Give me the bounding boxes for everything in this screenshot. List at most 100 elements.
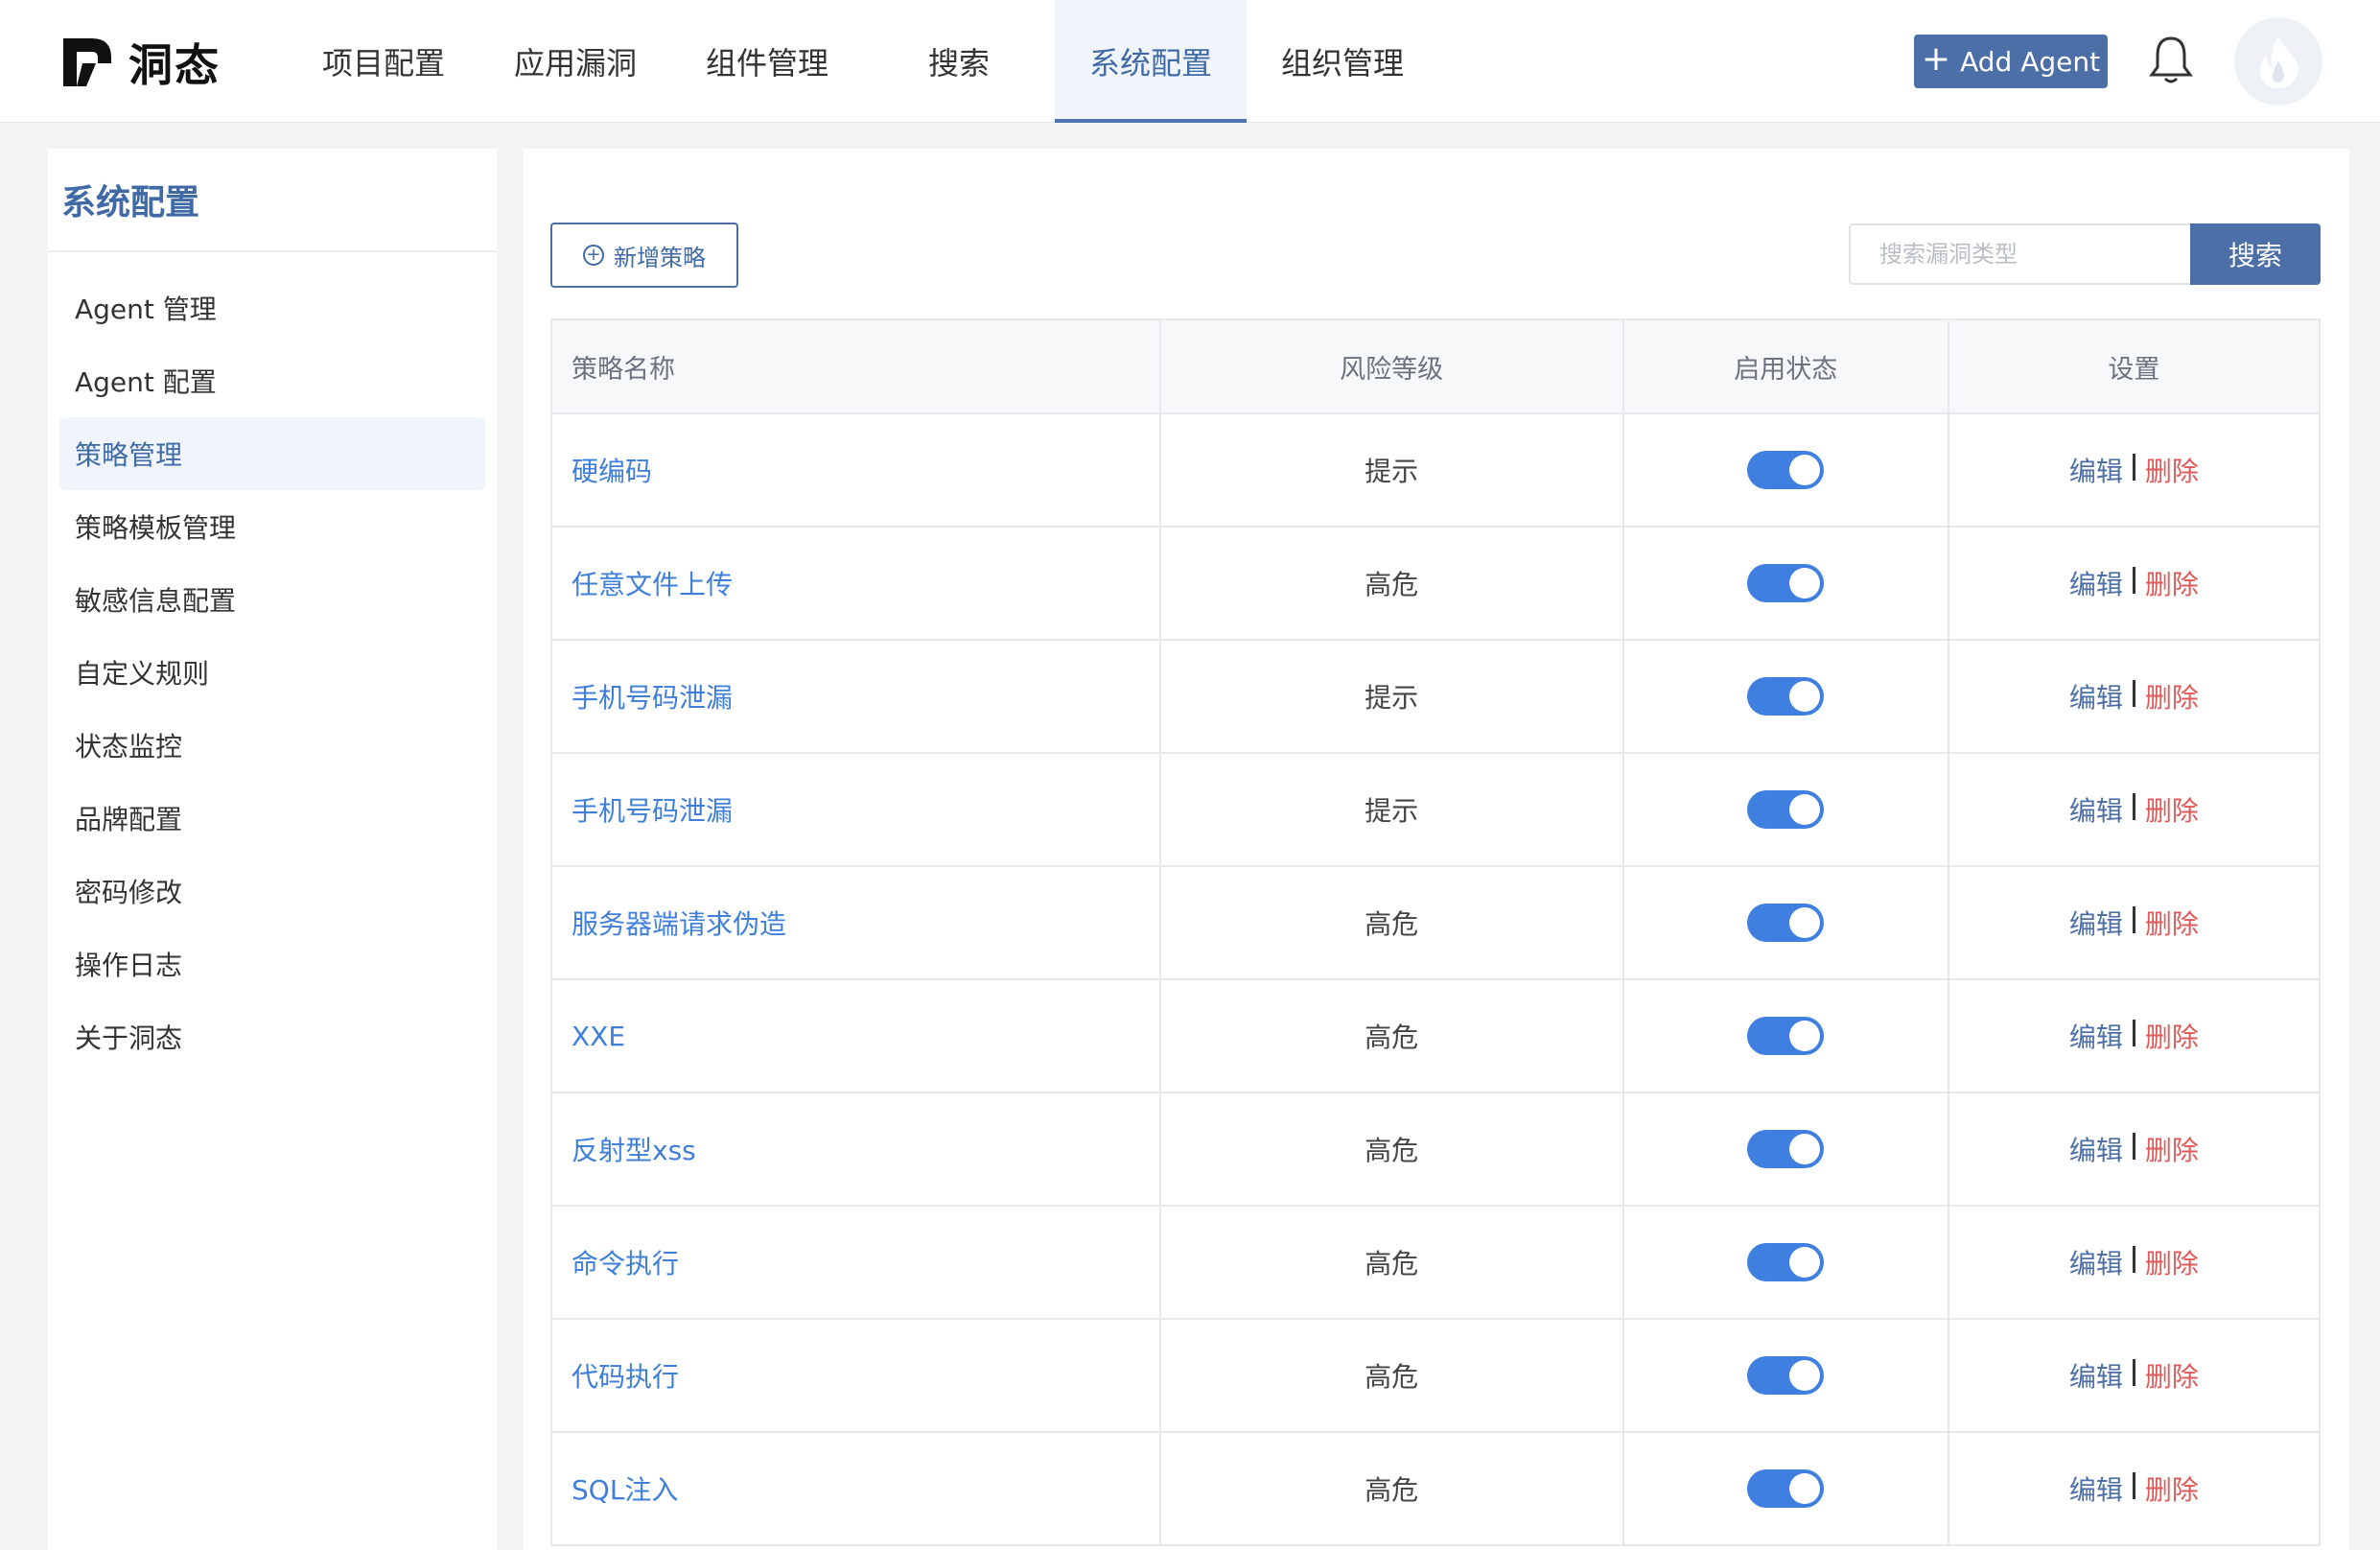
nav-label: 应用漏洞	[513, 45, 637, 82]
table-row: 反射型xss 高危 编辑 删除	[552, 1092, 2319, 1205]
brand-name: 洞态	[128, 39, 221, 91]
add-agent-label: Add Agent	[1960, 45, 2101, 78]
delete-link[interactable]: 删除	[2145, 1130, 2199, 1168]
action-divider	[2132, 1246, 2135, 1273]
sidebar-item-sensitive-info[interactable]: 敏感信息配置	[59, 563, 485, 636]
sidebar-item-label: 密码修改	[75, 877, 183, 908]
sidebar-item-brand-config[interactable]: 品牌配置	[59, 782, 485, 855]
row-actions: 编辑 删除	[2069, 451, 2199, 489]
strategy-name-link[interactable]: 命令执行	[572, 1243, 679, 1281]
edit-link[interactable]: 编辑	[2069, 1243, 2123, 1281]
strategy-name-link[interactable]: 反射型xss	[572, 1130, 696, 1168]
sidebar-item-about[interactable]: 关于洞态	[59, 1000, 485, 1073]
delete-link[interactable]: 删除	[2145, 790, 2199, 829]
enable-toggle[interactable]	[1747, 1017, 1825, 1055]
edit-link[interactable]: 编辑	[2069, 1017, 2123, 1055]
sidebar-item-strategy-manage[interactable]: 策略管理	[59, 417, 485, 490]
sidebar-item-password[interactable]: 密码修改	[59, 855, 485, 928]
bell-icon[interactable]	[2146, 33, 2196, 86]
sidebar-item-label: Agent 管理	[75, 294, 217, 325]
header-risk: 风险等级	[1158, 320, 1622, 412]
strategy-name-link[interactable]: 服务器端请求伪造	[572, 904, 786, 942]
delete-link[interactable]: 删除	[2145, 451, 2199, 489]
avatar[interactable]	[2234, 17, 2322, 106]
sidebar-item-label: 策略模板管理	[75, 512, 237, 544]
nav-item-org-manage[interactable]: 组织管理	[1247, 0, 1438, 123]
enable-toggle[interactable]	[1747, 904, 1825, 942]
nav-item-app-vulns[interactable]: 应用漏洞	[479, 0, 671, 123]
sidebar-item-template-manage[interactable]: 策略模板管理	[59, 490, 485, 563]
strategy-name-link[interactable]: 手机号码泄漏	[572, 790, 733, 829]
nav-item-project-config[interactable]: 项目配置	[288, 0, 479, 123]
action-divider	[2132, 567, 2135, 594]
edit-link[interactable]: 编辑	[2069, 904, 2123, 942]
edit-link[interactable]: 编辑	[2069, 677, 2123, 716]
sidebar-title: 系统配置	[48, 149, 497, 252]
enable-toggle[interactable]	[1747, 1469, 1825, 1508]
delete-link[interactable]: 删除	[2145, 1017, 2199, 1055]
strategy-name-link[interactable]: SQL注入	[572, 1469, 678, 1508]
nav-label: 项目配置	[321, 45, 445, 82]
row-actions: 编辑 删除	[2069, 1130, 2199, 1168]
row-actions: 编辑 删除	[2069, 1017, 2199, 1055]
delete-link[interactable]: 删除	[2145, 677, 2199, 716]
edit-link[interactable]: 编辑	[2069, 1130, 2123, 1168]
search-input[interactable]	[1849, 223, 2190, 285]
delete-link[interactable]: 删除	[2145, 564, 2199, 602]
add-agent-button[interactable]: + Add Agent	[1914, 35, 2108, 88]
sidebar-item-label: 策略管理	[75, 439, 183, 471]
enable-toggle[interactable]	[1747, 451, 1825, 489]
sidebar-item-custom-rules[interactable]: 自定义规则	[59, 636, 485, 709]
nav-item-components[interactable]: 组件管理	[671, 0, 863, 123]
edit-link[interactable]: 编辑	[2069, 1469, 2123, 1508]
strategy-name-link[interactable]: XXE	[572, 1021, 625, 1052]
sidebar-item-operation-log[interactable]: 操作日志	[59, 928, 485, 1000]
risk-level: 提示	[1365, 682, 1419, 714]
delete-link[interactable]: 删除	[2145, 904, 2199, 942]
action-divider	[2132, 906, 2135, 933]
nav-label: 组件管理	[705, 45, 828, 82]
enable-toggle[interactable]	[1747, 790, 1825, 829]
search-button[interactable]: 搜索	[2190, 223, 2321, 285]
table-row: 代码执行 高危 编辑 删除	[552, 1318, 2319, 1431]
edit-link[interactable]: 编辑	[2069, 1356, 2123, 1395]
enable-toggle[interactable]	[1747, 564, 1825, 602]
sidebar-item-agent-manage[interactable]: Agent 管理	[59, 271, 485, 344]
nav-label: 搜索	[927, 45, 990, 82]
sidebar: 系统配置 Agent 管理 Agent 配置 策略管理 策略模板管理 敏感信息配…	[48, 149, 497, 1550]
risk-level: 高危	[1365, 908, 1419, 940]
brand-logo[interactable]: 洞态	[59, 33, 221, 92]
add-strategy-button[interactable]: + 新增策略	[550, 223, 738, 288]
delete-link[interactable]: 删除	[2145, 1356, 2199, 1395]
strategy-name-link[interactable]: 代码执行	[572, 1356, 679, 1395]
row-actions: 编辑 删除	[2069, 677, 2199, 716]
nav-item-system-config[interactable]: 系统配置	[1055, 0, 1247, 123]
enable-toggle[interactable]	[1747, 1130, 1825, 1168]
risk-level: 高危	[1365, 1248, 1419, 1280]
action-divider	[2132, 1359, 2135, 1386]
edit-link[interactable]: 编辑	[2069, 790, 2123, 829]
table-row: 任意文件上传 高危 编辑 删除	[552, 526, 2319, 639]
edit-link[interactable]: 编辑	[2069, 451, 2123, 489]
table-row: 命令执行 高危 编辑 删除	[552, 1205, 2319, 1318]
enable-toggle[interactable]	[1747, 677, 1825, 716]
enable-toggle[interactable]	[1747, 1356, 1825, 1395]
action-divider	[2132, 793, 2135, 820]
delete-link[interactable]: 删除	[2145, 1469, 2199, 1508]
sidebar-item-label: 敏感信息配置	[75, 585, 237, 617]
action-divider	[2132, 1133, 2135, 1160]
sidebar-item-status-monitor[interactable]: 状态监控	[59, 709, 485, 782]
table-row: SQL注入 高危 编辑 删除	[552, 1431, 2319, 1544]
nav-item-search[interactable]: 搜索	[863, 0, 1055, 123]
sidebar-item-agent-config[interactable]: Agent 配置	[59, 344, 485, 417]
strategy-name-link[interactable]: 硬编码	[572, 451, 652, 489]
enable-toggle[interactable]	[1747, 1243, 1825, 1281]
risk-level: 高危	[1365, 1022, 1419, 1053]
delete-link[interactable]: 删除	[2145, 1243, 2199, 1281]
strategy-name-link[interactable]: 手机号码泄漏	[572, 677, 733, 716]
risk-level: 提示	[1365, 795, 1419, 827]
strategy-name-link[interactable]: 任意文件上传	[572, 564, 733, 602]
risk-level: 高危	[1365, 569, 1419, 600]
header-status: 启用状态	[1622, 320, 1948, 412]
edit-link[interactable]: 编辑	[2069, 564, 2123, 602]
